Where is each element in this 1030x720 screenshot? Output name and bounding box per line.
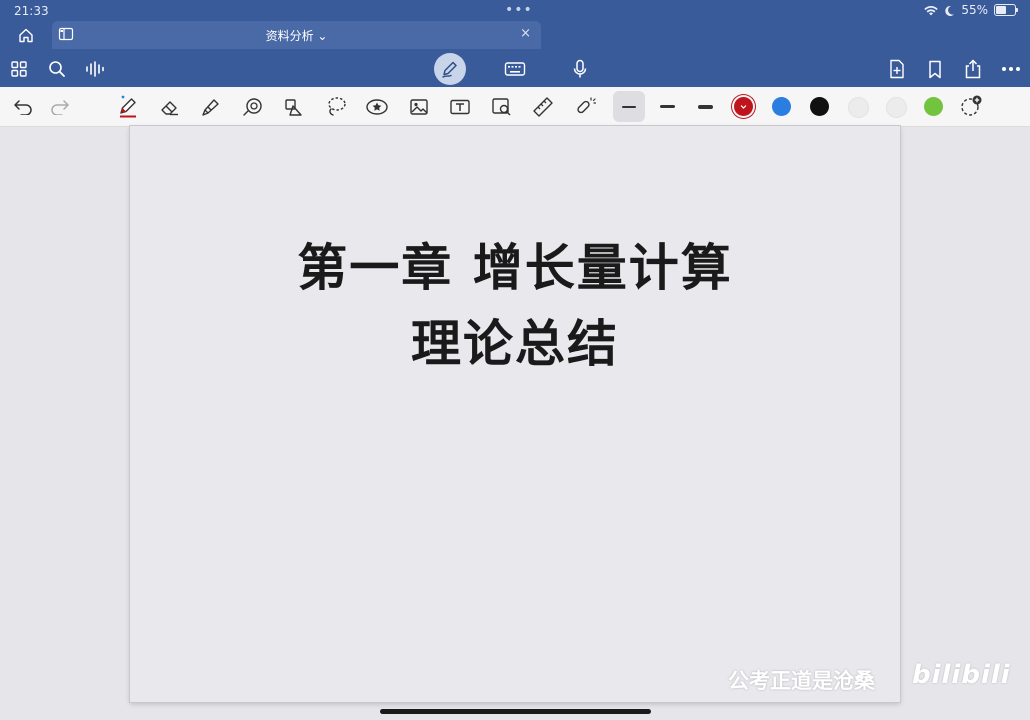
share-icon (965, 59, 981, 79)
add-color-icon (961, 95, 982, 116)
redo-icon (51, 100, 69, 115)
stroke-width-thick[interactable] (698, 105, 713, 109)
element-icon (285, 99, 302, 116)
sticker-icon (366, 99, 388, 115)
color-swatch-black[interactable] (810, 97, 829, 116)
tab-close-button[interactable]: × (520, 26, 531, 41)
battery-percent: 55% (961, 3, 988, 17)
page-heading-line1: 第一章 增长量计算 (297, 239, 733, 297)
ruler-icon (533, 97, 553, 117)
bookmark-button[interactable] (922, 56, 948, 82)
color-swatch-red[interactable] (734, 97, 753, 116)
app-header: 21:33 ••• 55% 资料分析 ⌄ × (0, 0, 1030, 87)
eraser-icon (161, 101, 178, 116)
laser-pointer-icon (577, 97, 596, 114)
home-indicator[interactable] (380, 709, 651, 714)
audio-record-button[interactable] (82, 56, 108, 82)
keyboard-button[interactable] (502, 56, 528, 82)
moon-icon (945, 5, 955, 16)
image-search-icon (492, 98, 511, 116)
more-icon (1002, 67, 1020, 71)
pen-tool[interactable] (116, 95, 140, 119)
color-swatch-blue[interactable] (772, 97, 791, 116)
highlighter-tool[interactable] (199, 95, 223, 119)
microphone-icon (573, 59, 587, 78)
highlighter-icon (202, 99, 219, 116)
audio-icon (86, 61, 104, 77)
lasso-icon (328, 97, 346, 116)
add-page-button[interactable] (884, 56, 910, 82)
image-search-tool[interactable] (490, 95, 514, 119)
text-box-icon (450, 99, 470, 115)
watermark-text: 公考正道是沧桑 (728, 669, 875, 693)
color-swatch-green[interactable] (924, 97, 943, 116)
notebook-page[interactable]: 第一章 增长量计算 理论总结 (130, 126, 900, 702)
laser-pointer-tool[interactable] (573, 95, 597, 119)
stroke-width-thin[interactable] (622, 106, 636, 108)
chevron-down-icon (740, 105, 747, 109)
home-button[interactable] (14, 24, 38, 46)
search-icon (49, 61, 65, 77)
wifi-icon (924, 5, 939, 15)
ruler-tool[interactable] (531, 95, 555, 119)
undo-button[interactable] (11, 95, 35, 119)
document-tab[interactable]: 资料分析 ⌄ × (52, 21, 541, 49)
add-page-icon (890, 59, 904, 79)
sticker-tool[interactable] (365, 95, 389, 119)
redo-button[interactable] (48, 95, 72, 119)
pen-mode-icon (442, 61, 457, 78)
battery-level (996, 6, 1006, 14)
shape-icon (243, 98, 262, 116)
stroke-width-medium[interactable] (660, 105, 675, 108)
grid-icon (11, 61, 27, 77)
text-box-tool[interactable] (448, 95, 472, 119)
microphone-button[interactable] (567, 56, 593, 82)
lasso-tool[interactable] (324, 95, 348, 119)
add-color-button[interactable] (959, 94, 983, 118)
drawing-toolbar (0, 87, 1030, 127)
multitasking-dots[interactable]: ••• (505, 2, 533, 18)
page-heading-line2: 理论总结 (411, 315, 619, 373)
home-icon (19, 28, 33, 42)
color-swatch-white-2[interactable] (886, 97, 907, 118)
eraser-tool[interactable] (158, 95, 182, 119)
status-indicators: 55% (924, 3, 1018, 17)
battery-icon (994, 4, 1018, 16)
color-swatch-white[interactable] (848, 97, 869, 118)
share-button[interactable] (960, 56, 986, 82)
shape-tool[interactable] (241, 95, 265, 119)
pen-icon (120, 95, 136, 118)
tab-title[interactable]: 资料分析 ⌄ (52, 27, 541, 44)
bilibili-logo: bilibili (912, 660, 1011, 690)
image-tool[interactable] (407, 95, 431, 119)
search-button[interactable] (44, 56, 70, 82)
bookmark-icon (929, 60, 941, 78)
undo-icon (14, 100, 32, 115)
keyboard-icon (504, 62, 526, 76)
more-button[interactable] (998, 56, 1024, 82)
image-icon (410, 99, 428, 115)
grid-view-button[interactable] (6, 56, 32, 82)
element-tool[interactable] (282, 95, 306, 119)
pen-mode-button[interactable] (434, 53, 466, 85)
status-time: 21:33 (14, 4, 49, 18)
